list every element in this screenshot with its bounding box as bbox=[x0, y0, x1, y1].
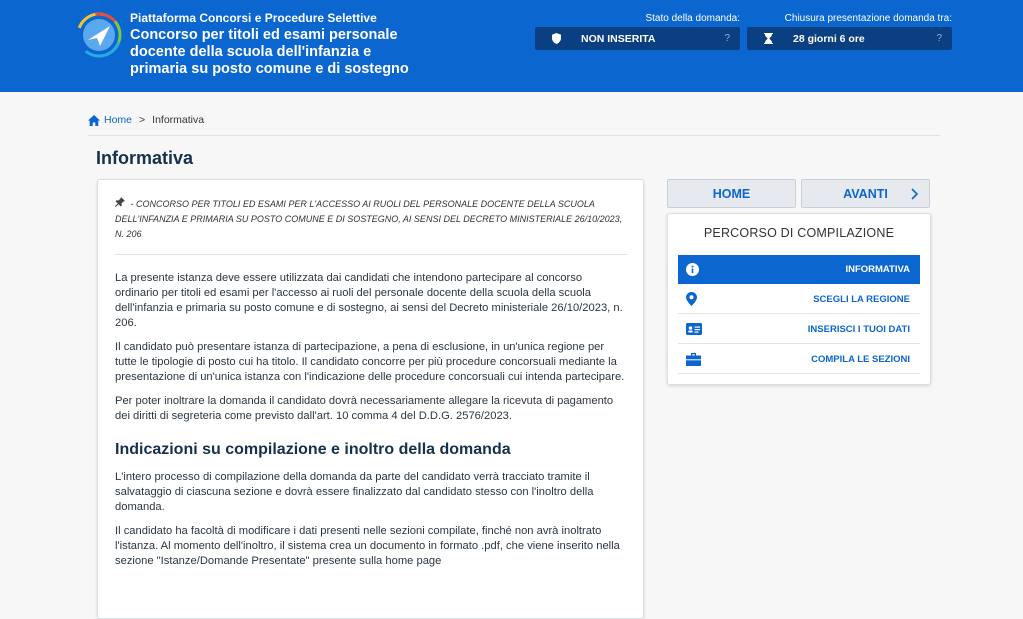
platform-name: Piattaforma Concorsi e Procedure Seletti… bbox=[130, 11, 377, 25]
deadline-help-icon[interactable]: ? bbox=[936, 33, 942, 44]
home-button[interactable]: HOME bbox=[667, 179, 796, 208]
application-status-label: Stato della domanda: bbox=[645, 13, 740, 24]
competition-title: Concorso per titoli ed esami personale d… bbox=[130, 27, 409, 77]
deadline-value: 28 giorni 6 ore bbox=[793, 32, 865, 45]
step-informativa[interactable]: INFORMATIVA bbox=[678, 255, 920, 284]
application-status-value: NON INSERITA bbox=[581, 32, 656, 45]
step-compila-sezioni[interactable]: COMPILA LE SEZIONI bbox=[678, 345, 920, 374]
deadline-label: Chiusura presentazione domanda tra: bbox=[784, 13, 952, 24]
step-inserisci-dati[interactable]: INSERISCI I TUOI DATI bbox=[678, 315, 920, 344]
section-heading: Indicazioni su compilazione e inoltro de… bbox=[115, 441, 511, 458]
chevron-right-icon bbox=[911, 185, 919, 203]
region-paragraph: Il candidato può presentare istanza di p… bbox=[115, 341, 625, 383]
step-scegli-regione[interactable]: SCEGLI LA REGIONE bbox=[678, 285, 920, 314]
id-card-icon bbox=[686, 323, 710, 335]
decree-text: - CONCORSO PER TITOLI ED ESAMI PER L'ACC… bbox=[115, 199, 623, 239]
steps-title: PERCORSO DI COMPILAZIONE bbox=[703, 226, 895, 240]
app-header: Piattaforma Concorsi e Procedure Seletti… bbox=[0, 0, 1023, 92]
application-status-badge: NON INSERITA ? bbox=[535, 27, 740, 50]
step-label: INSERISCI I TUOI DATI bbox=[807, 323, 910, 335]
step-label: COMPILA LE SEZIONI bbox=[811, 353, 910, 365]
breadcrumb-divider bbox=[88, 135, 940, 136]
pin-icon bbox=[115, 197, 128, 209]
briefcase-icon bbox=[686, 352, 710, 366]
informativa-card: - CONCORSO PER TITOLI ED ESAMI PER L'ACC… bbox=[97, 179, 644, 619]
hourglass-icon bbox=[761, 33, 775, 44]
shield-icon bbox=[549, 33, 563, 44]
breadcrumb: Home > Informativa bbox=[88, 114, 204, 126]
decree-reference: - CONCORSO PER TITOLI ED ESAMI PER L'ACC… bbox=[115, 197, 627, 255]
intro-paragraph: La presente istanza deve essere utilizza… bbox=[115, 272, 623, 329]
edit-paragraph: Il candidato ha facoltà di modificare i … bbox=[115, 525, 620, 567]
next-button-label: AVANTI bbox=[843, 186, 888, 201]
step-label: INFORMATIVA bbox=[845, 264, 910, 275]
status-help-icon[interactable]: ? bbox=[724, 33, 730, 44]
process-paragraph: L'intero processo di compilazione della … bbox=[115, 471, 594, 513]
map-pin-icon bbox=[686, 292, 710, 306]
page-title: Informativa bbox=[96, 148, 194, 168]
home-icon[interactable] bbox=[88, 114, 100, 126]
platform-logo-icon bbox=[76, 12, 122, 58]
navigation-buttons: HOME AVANTI bbox=[667, 179, 931, 209]
next-button[interactable]: AVANTI bbox=[801, 179, 930, 208]
deadline-countdown-badge: 28 giorni 6 ore ? bbox=[747, 27, 952, 50]
home-button-label: HOME bbox=[712, 186, 751, 201]
breadcrumb-separator: > bbox=[139, 114, 146, 126]
breadcrumb-home-link[interactable]: Home bbox=[104, 114, 132, 126]
breadcrumb-current: Informativa bbox=[152, 114, 205, 126]
info-icon bbox=[686, 263, 710, 276]
step-label: SCEGLI LA REGIONE bbox=[813, 293, 910, 305]
payment-paragraph: Per poter inoltrare la domanda il candid… bbox=[115, 395, 614, 422]
compilation-steps-panel: PERCORSO DI COMPILAZIONE INFORMATIVA SCE… bbox=[667, 213, 931, 385]
